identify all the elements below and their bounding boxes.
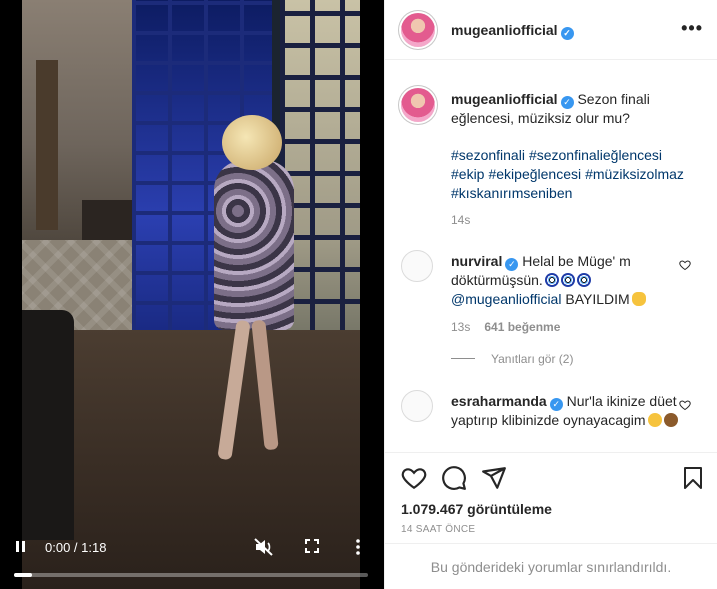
video-player[interactable]: 0:00 / 1:18: [0, 0, 384, 589]
bookmark-icon[interactable]: [681, 465, 707, 491]
comment-username[interactable]: nurviral: [451, 253, 502, 269]
view-replies-label[interactable]: Yanıtları gör (2): [491, 352, 573, 366]
muted-speaker-icon[interactable]: [254, 538, 274, 556]
header-username[interactable]: mugeanliofficial ✓: [451, 22, 574, 40]
verified-badge-icon: ✓: [560, 96, 574, 109]
caption-text: mugeanliofficial ✓ Sezon finali eğlencesi…: [451, 90, 701, 128]
comment-text: esraharmanda ✓ Nur'la ikinize düet yaptır…: [451, 392, 679, 430]
video-time: 0:00 / 1:18: [45, 540, 107, 555]
view-replies-button[interactable]: Yanıtları gör (2): [451, 352, 573, 366]
pause-icon[interactable]: [14, 540, 28, 554]
verified-badge-icon: ✓: [549, 398, 563, 411]
more-vertical-icon[interactable]: [354, 538, 362, 556]
caption-username[interactable]: mugeanliofficial: [451, 91, 558, 107]
hashtag-link[interactable]: #kıskanırımseniben: [451, 185, 572, 201]
replies-line: [451, 358, 475, 359]
evil-eye-emoji-icon: [576, 273, 591, 287]
hashtag-link[interactable]: #müziksizolmaz: [585, 166, 684, 182]
post-timestamp[interactable]: 14 SAAT ÖNCE: [401, 524, 475, 535]
comment-body-2: BAYILDIM: [565, 291, 630, 307]
performer-dress: [214, 160, 294, 330]
scene-door: [36, 60, 58, 230]
heart-icon[interactable]: [401, 465, 427, 491]
paper-plane-icon[interactable]: [481, 465, 507, 491]
clapping-hands-emoji-icon: [631, 292, 646, 306]
comment-meta: 13s 641 beğenme: [451, 320, 560, 334]
smiling-face-emoji-icon: [647, 413, 662, 427]
hashtag-link[interactable]: #ekipeğlencesi: [488, 166, 581, 182]
avatar[interactable]: [401, 250, 433, 282]
hashtag-list: #sezonfinali #sezonfinalieğlencesi #ekip #…: [451, 146, 701, 203]
comment-username[interactable]: esraharmanda: [451, 393, 547, 409]
more-horizontal-icon[interactable]: •••: [681, 19, 703, 37]
avatar[interactable]: [401, 390, 433, 422]
scene-chair: [22, 310, 74, 540]
post-panel: mugeanliofficial ✓ ••• mugeanliofficial ✓ …: [384, 0, 717, 589]
performer-hair: [222, 115, 282, 170]
evil-eye-emoji-icon: [560, 273, 575, 287]
see-no-evil-monkey-emoji-icon: [663, 413, 678, 427]
comment-text: nurviral ✓ Helal be Müge' m döktürmüşsün.…: [451, 252, 679, 309]
video-progress-fill: [14, 573, 32, 577]
comment-icon[interactable]: [441, 465, 467, 491]
video-controls: 0:00 / 1:18: [0, 530, 384, 589]
comment-time[interactable]: 13s: [451, 320, 470, 334]
video-frame: [22, 0, 360, 589]
username-text[interactable]: mugeanliofficial: [451, 22, 558, 38]
avatar[interactable]: [401, 88, 435, 122]
hashtag-link[interactable]: #ekip: [451, 166, 484, 182]
avatar[interactable]: [401, 13, 435, 47]
verified-badge-icon: ✓: [505, 258, 519, 271]
view-count[interactable]: 1.079.467 görüntüleme: [401, 501, 552, 517]
comment-likes[interactable]: 641 beğenme: [484, 320, 560, 334]
verified-badge-icon: ✓: [560, 27, 574, 40]
comment-like-heart-icon[interactable]: [679, 398, 691, 411]
comment-like-heart-icon[interactable]: [679, 258, 691, 271]
post-header: mugeanliofficial ✓ •••: [385, 0, 717, 60]
video-progress-bar[interactable]: [14, 573, 368, 577]
comments-limited-notice: Bu gönderideki yorumlar sınırlandırıldı.: [385, 543, 717, 589]
fullscreen-icon[interactable]: [305, 539, 319, 553]
caption-timestamp[interactable]: 14s: [451, 213, 470, 227]
hashtag-link[interactable]: #sezonfinalieğlencesi: [529, 147, 662, 163]
post-actions: 1.079.467 görüntüleme 14 SAAT ÖNCE Bu gö…: [385, 452, 717, 589]
evil-eye-emoji-icon: [544, 273, 559, 287]
mention-link[interactable]: @mugeanliofficial: [451, 291, 561, 307]
hashtag-link[interactable]: #sezonfinali: [451, 147, 525, 163]
